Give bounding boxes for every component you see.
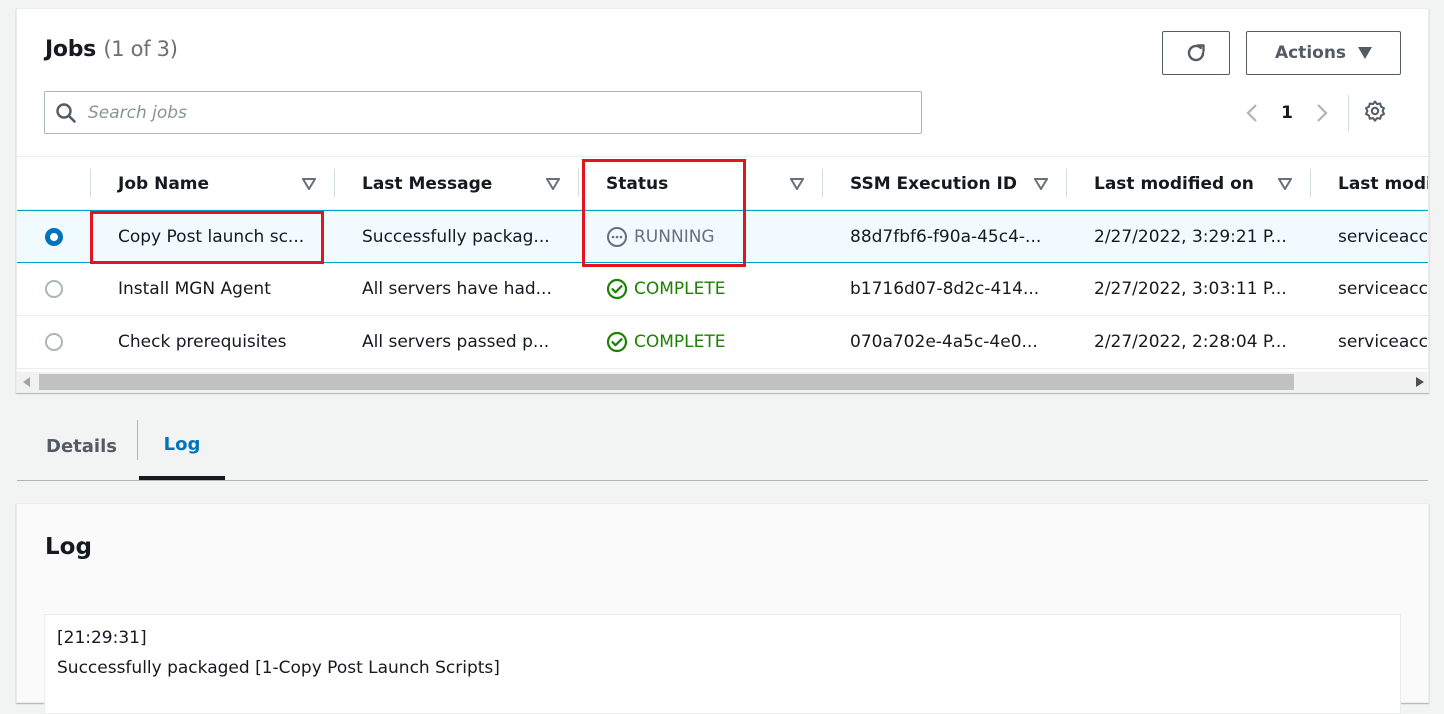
column-label: Last modifi	[1338, 173, 1428, 194]
preferences-button[interactable]	[1363, 99, 1387, 127]
check-circle-icon	[606, 278, 628, 300]
sort-icon	[1278, 178, 1292, 190]
tab-separator	[137, 420, 138, 460]
column-separator	[822, 169, 823, 197]
last-modified-by-cell: serviceacco	[1338, 279, 1429, 299]
highlight-box-job-name	[90, 211, 324, 264]
table-row[interactable]: Install MGN Agent All servers have had..…	[17, 263, 1429, 316]
status-cell: COMPLETE	[606, 263, 726, 315]
status-cell: COMPLETE	[606, 316, 726, 368]
last-modified-on-cell: 2/27/2022, 3:29:21 P...	[1094, 227, 1287, 247]
actions-button[interactable]: Actions	[1246, 31, 1401, 75]
pager-divider	[1348, 95, 1349, 131]
horizontal-scrollbar[interactable]	[17, 372, 1428, 392]
actions-label: Actions	[1274, 43, 1347, 63]
tab-log[interactable]: Log	[139, 412, 225, 480]
pagination: 1	[1242, 95, 1387, 131]
last-modified-on-cell: 2/27/2022, 2:28:04 P...	[1094, 332, 1287, 352]
log-output: [21:29:31] Successfully packaged [1-Copy…	[44, 614, 1401, 714]
column-header-ssm-execution-id[interactable]: SSM Execution ID	[822, 157, 1066, 210]
last-message-cell: Successfully packag...	[362, 227, 550, 247]
column-label: SSM Execution ID	[850, 173, 1017, 194]
column-header-last-message[interactable]: Last Message	[334, 157, 578, 210]
search-input[interactable]: Search jobs	[44, 91, 922, 134]
search-placeholder: Search jobs	[88, 102, 187, 123]
tab-bar: Details Log	[17, 412, 1428, 481]
column-separator	[1310, 169, 1311, 197]
last-message-cell: All servers passed p...	[362, 332, 550, 352]
job-name-cell: Check prerequisites	[118, 332, 287, 352]
sort-icon	[302, 178, 316, 190]
row-select[interactable]	[45, 316, 63, 368]
previous-page-button[interactable]	[1242, 101, 1262, 125]
column-header-job-name[interactable]: Job Name	[90, 157, 334, 210]
ssm-execution-id-cell: 070a702e-4a5c-4e0...	[850, 332, 1038, 352]
chevron-right-icon	[1317, 104, 1328, 122]
status-text: COMPLETE	[634, 279, 726, 299]
caret-down-icon	[1358, 47, 1373, 59]
ssm-execution-id-cell: b1716d07-8d2c-414...	[850, 279, 1040, 299]
log-line: [21:29:31]	[57, 628, 147, 648]
next-page-button[interactable]	[1312, 101, 1332, 125]
job-name-cell: Install MGN Agent	[118, 279, 271, 299]
page-number[interactable]: 1	[1262, 103, 1312, 123]
jobs-count: (1 of 3)	[103, 37, 178, 61]
jobs-panel: Jobs (1 of 3) Actions Search jobs 1 Job …	[16, 8, 1429, 393]
refresh-icon	[1187, 44, 1205, 62]
chevron-left-icon	[1246, 104, 1257, 122]
sort-icon	[1034, 178, 1048, 190]
sort-icon	[546, 178, 560, 190]
refresh-button[interactable]	[1162, 31, 1230, 75]
table-row[interactable]: Check prerequisites All servers passed p…	[17, 316, 1429, 369]
search-icon	[56, 102, 76, 123]
last-modified-on-cell: 2/27/2022, 3:03:11 P...	[1094, 279, 1287, 299]
column-separator	[578, 169, 579, 197]
row-select[interactable]	[45, 263, 63, 315]
column-label: Last modified on	[1094, 173, 1254, 194]
last-message-cell: All servers have had...	[362, 279, 552, 299]
column-separator	[90, 169, 91, 197]
radio-button[interactable]	[45, 280, 63, 298]
log-title: Log	[45, 534, 92, 560]
scroll-left-arrow-icon[interactable]	[23, 377, 31, 387]
log-line: Successfully packaged [1-Copy Post Launc…	[57, 658, 500, 678]
row-select[interactable]	[45, 211, 63, 263]
sort-icon	[790, 178, 804, 190]
column-header-last-modified-on[interactable]: Last modified on	[1066, 157, 1310, 210]
column-label: Last Message	[362, 173, 493, 194]
jobs-title: Jobs	[45, 37, 96, 62]
scroll-right-arrow-icon[interactable]	[1416, 377, 1424, 387]
ssm-execution-id-cell: 88d7fbf6-f90a-45c4-...	[850, 227, 1042, 247]
gear-icon	[1365, 100, 1385, 122]
highlight-box-status	[582, 159, 746, 267]
column-header-last-modified-by[interactable]: Last modifi	[1310, 157, 1428, 210]
log-panel: Log [21:29:31] Successfully packaged [1-…	[16, 503, 1429, 714]
jobs-header: Jobs (1 of 3)	[45, 37, 178, 62]
scrollbar-thumb[interactable]	[39, 374, 1294, 390]
check-circle-icon	[606, 331, 628, 353]
tab-details[interactable]: Details	[46, 412, 117, 480]
column-label: Job Name	[118, 173, 210, 194]
radio-button[interactable]	[45, 333, 63, 351]
column-separator	[1066, 169, 1067, 197]
last-modified-by-cell: serviceacco	[1338, 227, 1429, 247]
last-modified-by-cell: serviceacco	[1338, 332, 1429, 352]
status-text: COMPLETE	[634, 332, 726, 352]
radio-button-selected[interactable]	[45, 228, 63, 246]
column-separator	[334, 169, 335, 197]
